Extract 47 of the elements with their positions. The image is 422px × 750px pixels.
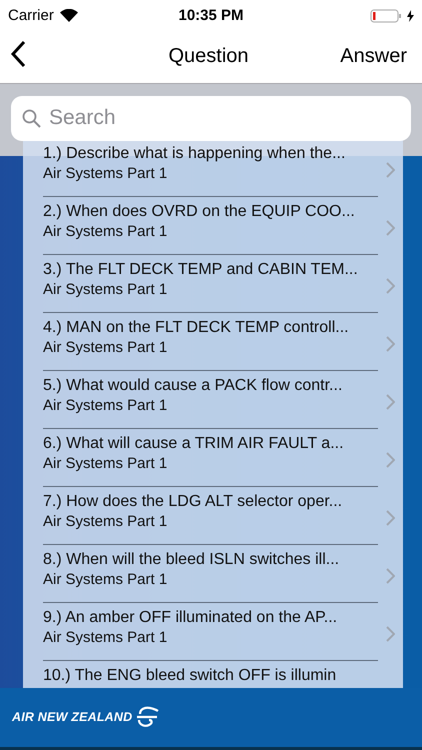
question-title: 5.) What would cause a PACK flow contr...	[43, 376, 344, 396]
question-row[interactable]: 2.) When does OVRD on the EQUIP COO... Air Systems Part 1	[23, 196, 403, 254]
chevron-icon	[386, 278, 395, 294]
chevron-icon	[386, 452, 395, 468]
wifi-icon	[60, 9, 78, 22]
koru-logo-icon	[135, 706, 160, 728]
question-row[interactable]: 3.) The FLT DECK TEMP and CABIN TEM... Air Systems Part 1	[23, 254, 403, 312]
question-title: 2.) When does OVRD on the EQUIP COO...	[43, 202, 356, 222]
question-title: 4.) MAN on the FLT DECK TEMP controll...	[43, 318, 350, 338]
carrier-name: Carrier	[8, 7, 54, 24]
question-title: 9.) An amber OFF illuminated on the AP...	[43, 608, 338, 628]
chevron-icon	[386, 336, 395, 352]
question-row[interactable]: 4.) MAN on the FLT DECK TEMP controll... Air Systems Part 1	[23, 312, 403, 370]
chevron-icon	[386, 568, 395, 584]
chevron-icon	[386, 626, 395, 642]
chevron-icon	[386, 220, 395, 236]
chevron-icon	[386, 394, 395, 410]
question-category: Air Systems Part 1	[43, 222, 168, 242]
question-category: Air Systems Part 1	[43, 570, 168, 590]
search-field[interactable]: Search	[11, 96, 411, 141]
charging-icon	[407, 10, 414, 22]
question-title: 3.) The FLT DECK TEMP and CABIN TEM...	[43, 260, 359, 280]
search-icon	[22, 108, 41, 128]
question-category: Air Systems Part 1	[43, 164, 168, 184]
chevron-icon	[386, 510, 395, 526]
question-category: Air Systems Part 1	[43, 280, 168, 300]
question-category: Air Systems Part 1	[43, 338, 168, 358]
screen-title: Question	[167, 45, 250, 68]
question-category: Air Systems Part 1	[43, 628, 168, 648]
question-title: 7.) How does the LDG ALT selector oper...	[43, 492, 344, 512]
question-category: Air Systems Part 1	[43, 454, 168, 474]
question-row[interactable]: 5.) What would cause a PACK flow contr... Air Systems Part 1	[23, 370, 403, 428]
question-title: 8.) When will the bleed ISLN switches ill...	[43, 550, 340, 570]
question-category: Air Systems Part 1	[43, 512, 168, 532]
question-title: 1.) Describe what is happening when the...	[43, 144, 346, 164]
question-row[interactable]: 7.) How does the LDG ALT selector oper... Air Systems Part 1	[23, 486, 403, 544]
question-category: Air Systems Part 1	[43, 396, 168, 416]
question-title: 10.) The ENG bleed switch OFF is illumin	[43, 666, 338, 686]
answer-button[interactable]: Answer	[340, 45, 407, 68]
chevron-icon	[386, 162, 395, 178]
question-row[interactable]: 8.) When will the bleed ISLN switches ill... Air Systems Part 1	[23, 544, 403, 602]
back-icon	[10, 40, 26, 68]
brand-name: AIR NEW ZEALAND	[12, 710, 132, 724]
question-row[interactable]: 6.) What will cause a TRIM AIR FAULT a... Air Systems Part 1	[23, 428, 403, 486]
question-row[interactable]: 9.) An amber OFF illuminated on the AP... Air Systems Part 1	[23, 602, 403, 660]
clock-time: 10:35 PM	[178, 7, 244, 24]
question-title: 6.) What will cause a TRIM AIR FAULT a...	[43, 434, 345, 454]
